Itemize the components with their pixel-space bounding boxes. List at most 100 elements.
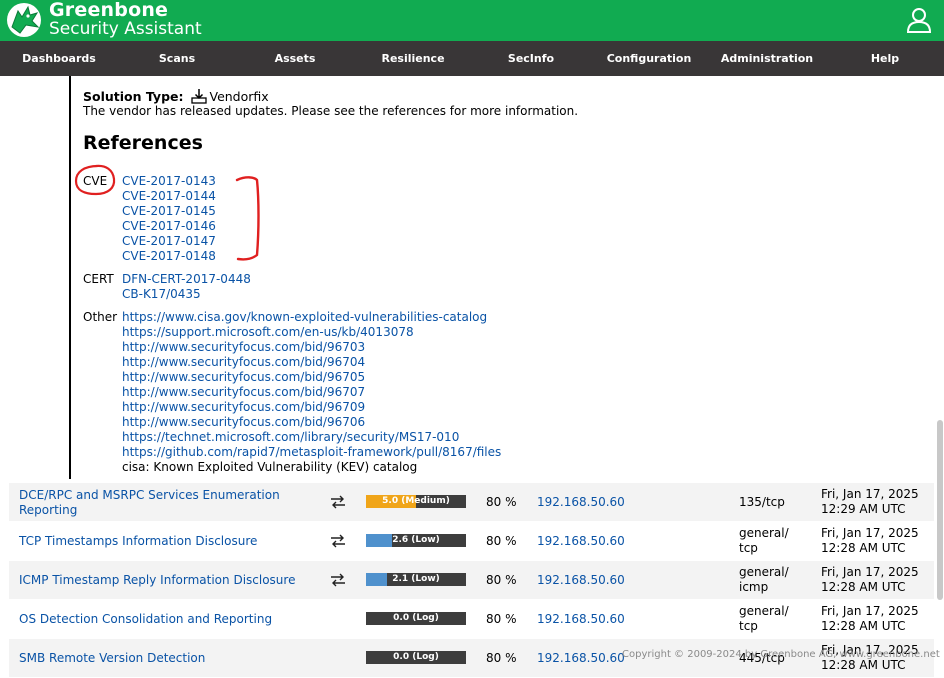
result-name-line[interactable]: DCE/RPC and MSRPC Services Enumeration — [19, 488, 319, 503]
cve-label: CVE — [83, 174, 108, 188]
result-row[interactable]: TCP Timestamps Information Disclosure 2.… — [9, 522, 934, 561]
result-row[interactable]: ICMP Timestamp Reply Information Disclos… — [9, 561, 934, 600]
port-value: general/ tcp — [739, 526, 809, 556]
cert-link[interactable]: DFN-CERT-2017-0448 — [122, 272, 251, 287]
severity-label: 5.0 (Medium) — [382, 496, 450, 506]
result-name-line[interactable]: TCP Timestamps Information Disclosure — [19, 534, 319, 549]
brand-subtitle: Security Assistant — [49, 19, 202, 39]
host-link[interactable]: 192.168.50.60 — [537, 612, 625, 626]
nav-resilience[interactable]: Resilience — [354, 41, 472, 76]
other-link[interactable]: http://www.securityfocus.com/bid/96707 — [122, 385, 501, 400]
severity-label: 0.0 (Log) — [393, 652, 439, 662]
host-link[interactable]: 192.168.50.60 — [537, 573, 625, 587]
result-date: Fri, Jan 17, 2025 12:29 AM UTC — [821, 487, 936, 517]
severity-label: 0.0 (Log) — [393, 613, 439, 623]
nav-configuration[interactable]: Configuration — [590, 41, 708, 76]
cert-label: CERT — [83, 272, 114, 286]
port-line: tcp — [739, 619, 758, 633]
nav-scans[interactable]: Scans — [118, 41, 236, 76]
severity-label: 2.6 (Low) — [392, 535, 440, 545]
user-icon[interactable] — [906, 7, 932, 33]
cve-link[interactable]: CVE-2017-0143 — [122, 174, 216, 189]
date-line: Fri, Jan 17, 2025 — [821, 487, 919, 501]
severity-bar: 0.0 (Log) — [366, 612, 466, 625]
severity-bar: 2.6 (Low) — [366, 534, 466, 547]
cert-link[interactable]: CB-K17/0435 — [122, 287, 251, 302]
result-name-line[interactable]: ICMP Timestamp Reply Information Disclos… — [19, 573, 319, 588]
copyright-footer: Copyright © 2009-2024 by Greenbone AG, w… — [622, 649, 940, 660]
nav-help[interactable]: Help — [826, 41, 944, 76]
other-link[interactable]: https://support.microsoft.com/en-us/kb/4… — [122, 325, 501, 340]
cve-list: CVE-2017-0143 CVE-2017-0144 CVE-2017-014… — [122, 174, 216, 264]
other-link[interactable]: https://github.com/rapid7/metasploit-fra… — [122, 445, 501, 460]
other-link[interactable]: https://technet.microsoft.com/library/se… — [122, 430, 501, 445]
brand-name: Greenbone — [49, 0, 169, 21]
result-row[interactable]: OS Detection Consolidation and Reporting… — [9, 600, 934, 639]
cve-link[interactable]: CVE-2017-0146 — [122, 219, 216, 234]
swap-arrows-icon — [331, 573, 345, 587]
greenbone-logo-icon[interactable] — [4, 1, 44, 39]
qod-value: 80 % — [486, 651, 517, 665]
main-nav: Dashboards Scans Assets Resilience SecIn… — [0, 41, 944, 76]
nav-administration[interactable]: Administration — [708, 41, 826, 76]
qod-value: 80 % — [486, 573, 517, 587]
result-row[interactable]: DCE/RPC and MSRPC Services Enumeration R… — [9, 483, 934, 522]
host-link[interactable]: 192.168.50.60 — [537, 651, 625, 665]
date-line: Fri, Jan 17, 2025 — [821, 604, 919, 618]
vertical-scrollbar[interactable] — [937, 420, 943, 600]
host-link[interactable]: 192.168.50.60 — [537, 495, 625, 509]
kev-note: cisa: Known Exploited Vulnerability (KEV… — [122, 460, 418, 474]
nav-dashboards[interactable]: Dashboards — [0, 41, 118, 76]
severity-bar: 2.1 (Low) — [366, 573, 466, 586]
nav-assets[interactable]: Assets — [236, 41, 354, 76]
date-line: Fri, Jan 17, 2025 — [821, 526, 919, 540]
solution-description: The vendor has released updates. Please … — [83, 104, 579, 118]
result-name-line[interactable]: OS Detection Consolidation and Reporting — [19, 612, 319, 627]
time-line: 12:28 AM UTC — [821, 541, 906, 555]
other-label: Other — [83, 310, 118, 324]
vendorfix-icon — [191, 89, 208, 104]
result-name[interactable]: TCP Timestamps Information Disclosure — [19, 534, 319, 549]
nav-secinfo[interactable]: SecInfo — [472, 41, 590, 76]
port-line: general/ — [739, 526, 789, 540]
cve-link[interactable]: CVE-2017-0145 — [122, 204, 216, 219]
cert-list: DFN-CERT-2017-0448 CB-K17/0435 — [122, 272, 251, 302]
solution-type-value: Vendorfix — [209, 89, 269, 104]
host-link[interactable]: 192.168.50.60 — [537, 534, 625, 548]
cve-link[interactable]: CVE-2017-0147 — [122, 234, 216, 249]
cve-link[interactable]: CVE-2017-0148 — [122, 249, 216, 264]
port-line: 135/tcp — [739, 495, 785, 509]
other-link[interactable]: http://www.securityfocus.com/bid/96709 — [122, 400, 501, 415]
cve-link[interactable]: CVE-2017-0144 — [122, 189, 216, 204]
port-line: general/ — [739, 604, 789, 618]
other-link[interactable]: http://www.securityfocus.com/bid/96704 — [122, 355, 501, 370]
other-link[interactable]: http://www.securityfocus.com/bid/96705 — [122, 370, 501, 385]
result-name[interactable]: SMB Remote Version Detection — [19, 651, 319, 666]
date-line: Fri, Jan 17, 2025 — [821, 565, 919, 579]
qod-value: 80 % — [486, 534, 517, 548]
port-line: tcp — [739, 541, 758, 555]
solution-type: Solution Type: Vendorfix — [83, 88, 269, 104]
result-name-line[interactable]: SMB Remote Version Detection — [19, 651, 319, 666]
port-value: 135/tcp — [739, 495, 809, 510]
solution-type-label: Solution Type: — [83, 89, 184, 104]
port-value: general/ tcp — [739, 604, 809, 634]
other-link[interactable]: http://www.securityfocus.com/bid/96706 — [122, 415, 501, 430]
port-line: icmp — [739, 580, 769, 594]
swap-arrows-icon — [331, 534, 345, 548]
result-name[interactable]: OS Detection Consolidation and Reporting — [19, 612, 319, 627]
other-list: https://www.cisa.gov/known-exploited-vul… — [122, 310, 501, 475]
result-date: Fri, Jan 17, 2025 12:28 AM UTC — [821, 526, 936, 556]
time-line: 12:28 AM UTC — [821, 619, 906, 633]
result-name[interactable]: ICMP Timestamp Reply Information Disclos… — [19, 573, 319, 588]
result-name-line[interactable]: Reporting — [19, 503, 319, 518]
result-date: Fri, Jan 17, 2025 12:28 AM UTC — [821, 565, 936, 595]
other-link[interactable]: https://www.cisa.gov/known-exploited-vul… — [122, 310, 501, 325]
result-name[interactable]: DCE/RPC and MSRPC Services Enumeration R… — [19, 488, 319, 518]
time-line: 12:29 AM UTC — [821, 502, 906, 516]
other-link[interactable]: http://www.securityfocus.com/bid/96703 — [122, 340, 501, 355]
severity-bar: 0.0 (Log) — [366, 651, 466, 664]
port-line: general/ — [739, 565, 789, 579]
qod-value: 80 % — [486, 495, 517, 509]
severity-bar: 5.0 (Medium) — [366, 495, 466, 508]
